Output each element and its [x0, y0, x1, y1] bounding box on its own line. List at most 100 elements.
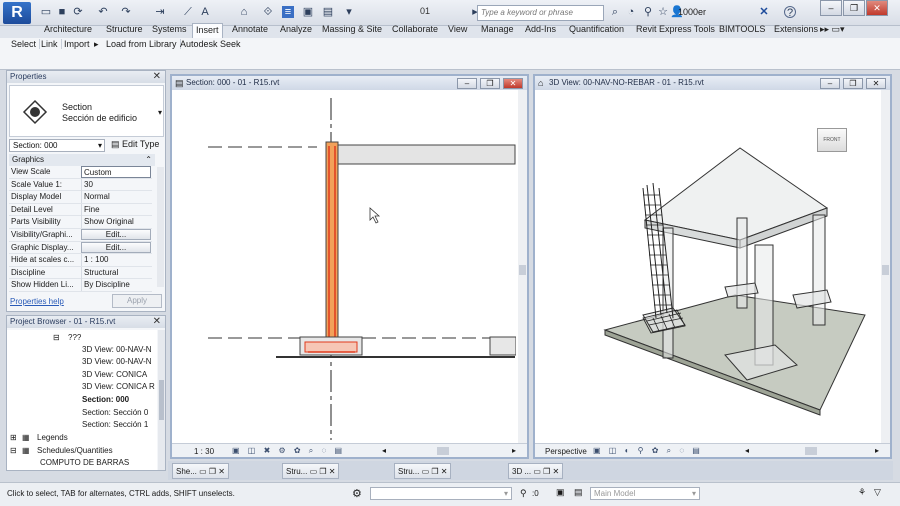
restore-button[interactable]: ❐	[843, 0, 865, 16]
panel-autodesk-seek[interactable]: Autodesk Seek	[177, 39, 244, 49]
properties-close-icon[interactable]: ✕	[153, 71, 161, 82]
tree-item-unknown[interactable]: ???	[68, 333, 81, 342]
3d-vscroll[interactable]	[881, 90, 890, 445]
view-control-icons[interactable]: ▣ ◫ ✖ ⚙ ✿ ⌕ ◌ ▤	[232, 446, 345, 456]
tab-add-ins[interactable]: Add-Ins	[525, 24, 556, 34]
show-hidden-lines-value[interactable]: By Discipline	[81, 279, 151, 292]
panel-load-from-library[interactable]: Load from Library	[103, 39, 181, 49]
section-vscroll-thumb[interactable]	[519, 265, 526, 275]
instance-selector[interactable]: Section: 000 ▾	[9, 139, 105, 152]
doc-tab-structure-2[interactable]: Stru... ▭ ❐ ✕	[394, 463, 452, 479]
tree-item-3d-nav-2[interactable]: 3D View: 00-NAV-N	[82, 357, 152, 366]
scroll-left-icon[interactable]: ◂	[382, 446, 386, 455]
communication-icon[interactable]: ⚲	[642, 6, 654, 18]
tree-expander-icon[interactable]: ⊟	[10, 446, 17, 455]
tab-collaborate[interactable]: Collaborate	[392, 24, 438, 34]
customize-qat-icon[interactable]: ▾	[343, 6, 355, 18]
perspective-label[interactable]: Perspective	[545, 447, 587, 456]
help-icon[interactable]: ?	[784, 6, 796, 19]
browser-scroll-thumb[interactable]	[159, 380, 164, 420]
tree-item-legends[interactable]: Legends	[37, 433, 68, 442]
scroll-right-icon[interactable]: ▸	[512, 446, 516, 455]
browser-scrollbar[interactable]	[158, 330, 165, 470]
close-button[interactable]: ✕	[866, 0, 888, 16]
thin-lines-icon[interactable]: ≡	[282, 6, 294, 18]
viewcube[interactable]: FRONT	[817, 128, 847, 152]
hide-at-scales-value[interactable]: 1 : 100	[81, 254, 151, 267]
switch-windows-icon[interactable]: ▤	[322, 6, 334, 18]
3d-close-button[interactable]: ✕	[866, 78, 886, 89]
filter-icon[interactable]: ⚲	[520, 488, 527, 499]
3d-minimize-button[interactable]: –	[820, 78, 840, 89]
panel-select[interactable]: Select	[8, 39, 41, 49]
type-selector[interactable]: Section Sección de edificio ▾	[9, 85, 164, 137]
scale-value-field[interactable]: 30	[81, 178, 151, 191]
sync-icon[interactable]: ⟳	[72, 6, 84, 18]
tab-extensions[interactable]: Extensions	[774, 24, 818, 34]
default-3d-icon[interactable]: ⌂	[238, 6, 250, 18]
ribbon-more-icon[interactable]: ▸▸ ▭▾	[820, 24, 845, 35]
tree-item-schedules[interactable]: Schedules/Quantities	[37, 446, 113, 455]
dimension-icon[interactable]: ⟋	[182, 6, 194, 18]
design-options-icon[interactable]: ▤	[574, 487, 583, 498]
user-name[interactable]: 1000er	[678, 7, 706, 17]
3d-hscroll-thumb[interactable]	[805, 447, 817, 455]
section-vscroll[interactable]	[518, 90, 527, 445]
tab-insert[interactable]: Insert	[192, 23, 223, 38]
tab-analyze[interactable]: Analyze	[280, 24, 312, 34]
3d-vscroll-thumb[interactable]	[882, 265, 889, 275]
tab-annotate[interactable]: Annotate	[232, 24, 268, 34]
tree-item-3d-nav-1[interactable]: 3D View: 00-NAV-N	[82, 345, 152, 354]
visibility-graphics-edit-button[interactable]: Edit...	[81, 229, 151, 240]
undo-icon[interactable]: ↶	[97, 6, 109, 18]
section-drawing-canvas[interactable]	[172, 90, 516, 445]
section-icon[interactable]: ⟐	[262, 6, 274, 18]
discipline-value[interactable]: Structural	[81, 266, 151, 279]
parts-visibility-value[interactable]: Show Original	[81, 216, 151, 229]
tab-architecture[interactable]: Architecture	[44, 24, 92, 34]
open-icon[interactable]: ▭	[40, 6, 52, 18]
subscription-icon[interactable]: ◔	[625, 6, 637, 18]
doc-tab-structure-1[interactable]: Stru... ▭ ❐ ✕	[282, 463, 340, 479]
tab-quantification[interactable]: Quantification	[569, 24, 624, 34]
tree-expander-icon[interactable]: ⊞	[10, 433, 17, 442]
properties-scrollbar[interactable]	[157, 167, 164, 287]
panel-import[interactable]: Import	[61, 39, 93, 49]
3d-scroll-left-icon[interactable]: ◂	[745, 446, 749, 455]
section-minimize-button[interactable]: –	[457, 78, 477, 89]
panel-link[interactable]: Link	[38, 39, 62, 49]
tree-expander-icon[interactable]: ⊟	[53, 333, 60, 342]
tree-item-section-000[interactable]: Section: 000	[82, 395, 129, 404]
search-icon[interactable]: ⌕	[609, 6, 621, 18]
apply-button[interactable]: Apply	[112, 294, 162, 308]
tree-item-3d-conica[interactable]: 3D View: CONICA	[82, 370, 147, 379]
tab-massing-site[interactable]: Massing & Site	[322, 24, 382, 34]
measure-icon[interactable]: ⇥	[154, 6, 166, 18]
tab-view[interactable]: View	[448, 24, 467, 34]
tree-item-section-0[interactable]: Section: Sección 0	[82, 408, 148, 417]
3d-restore-button[interactable]: ❐	[843, 78, 863, 89]
help-search-input[interactable]: Type a keyword or phrase	[477, 5, 604, 21]
favorites-star-icon[interactable]: ☆	[657, 6, 669, 18]
panel-import-expand-icon[interactable]: ▸	[94, 39, 99, 50]
tree-item-computo-barras[interactable]: COMPUTO DE BARRAS	[40, 458, 129, 467]
tag-icon[interactable]: A	[199, 6, 211, 18]
design-option-dropdown[interactable]: Main Model ▾	[590, 487, 700, 500]
tree-item-3d-conica-r[interactable]: 3D View: CONICA R	[82, 382, 155, 391]
tab-revit-express-tools[interactable]: Revit Express Tools	[636, 24, 715, 34]
section-restore-button[interactable]: ❐	[480, 78, 500, 89]
exchange-apps-icon[interactable]: ✕	[758, 6, 770, 18]
edit-type-button[interactable]: ▤ Edit Type	[111, 139, 159, 150]
minimize-button[interactable]: –	[820, 0, 842, 16]
detail-level-value[interactable]: Fine	[81, 203, 151, 216]
doc-tab-sheet[interactable]: She... ▭ ❐ ✕	[172, 463, 230, 479]
save-icon[interactable]: ■	[56, 6, 68, 18]
filter-status-icon[interactable]: ▽	[874, 487, 881, 498]
section-close-button[interactable]: ✕	[503, 78, 523, 89]
revit-app-icon[interactable]: R	[3, 2, 31, 24]
worksets-icon[interactable]: ⚙	[352, 487, 362, 500]
close-hidden-icon[interactable]: ▣	[302, 6, 314, 18]
tab-systems[interactable]: Systems	[152, 24, 187, 34]
doc-tab-3d[interactable]: 3D ... ▭ ❐ ✕	[508, 463, 564, 479]
graphic-display-edit-button[interactable]: Edit...	[81, 241, 151, 253]
